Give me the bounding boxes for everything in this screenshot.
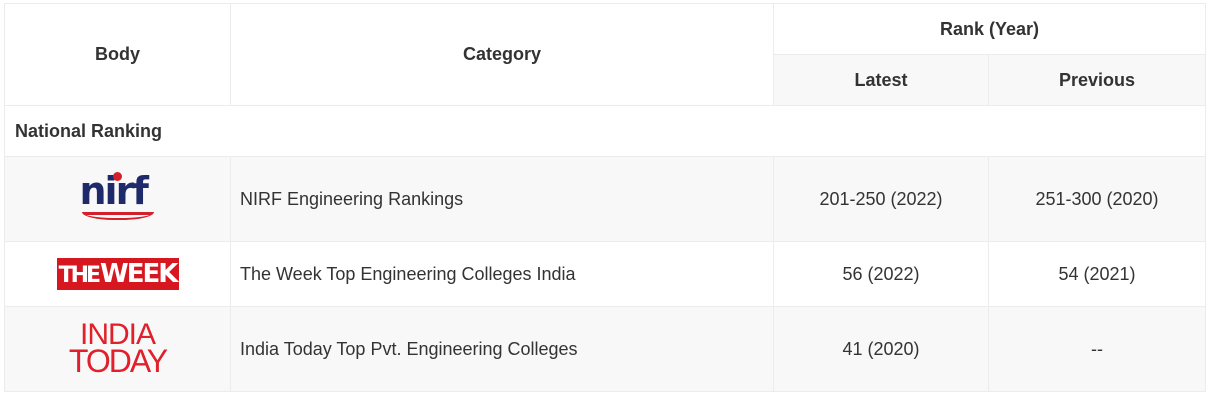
body-cell: INDIA TODAY [4,306,231,392]
previous-rank-cell: -- [987,306,1207,392]
body-cell: THEWEEK [4,241,231,307]
previous-rank-cell: 251-300 (2020) [987,156,1207,242]
section-title-national-ranking: National Ranking [3,105,1207,157]
ranking-table-container: Body Category Rank (Year) Latest Previou… [3,3,1207,392]
the-week-logo: THEWEEK [56,258,179,290]
india-today-logo-today: TODAY [68,342,168,379]
india-today-logo: INDIA TODAY [53,319,183,379]
nirf-logo: nirf [78,169,158,225]
nirf-logo-dot [112,171,122,181]
latest-rank-cell: 201-250 (2022) [773,156,989,242]
header-category: Category [230,3,774,106]
nirf-logo-book [81,211,154,220]
category-cell: India Today Top Pvt. Engineering College… [230,306,774,392]
header-rank-year: Rank (Year) [772,3,1207,55]
table-row: INDIA TODAY India Today Top Pvt. Enginee… [4,306,1207,392]
category-cell: NIRF Engineering Rankings [230,156,774,242]
the-week-logo-week: WEEK [100,259,178,289]
header-latest: Latest [773,54,989,106]
table-row: THEWEEK The Week Top Engineering College… [4,241,1207,307]
table-row: nirf NIRF Engineering Rankings 201-250 (… [4,156,1207,242]
header-previous: Previous [987,54,1207,106]
category-cell: The Week Top Engineering Colleges India [230,241,774,307]
latest-rank-cell: 41 (2020) [773,306,989,392]
header-body: Body [4,3,231,106]
body-cell: nirf [4,156,231,242]
latest-rank-cell: 56 (2022) [773,241,989,307]
the-week-logo-the: THE [58,263,101,288]
ranking-table: Body Category Rank (Year) Latest Previou… [3,3,1207,392]
previous-rank-cell: 54 (2021) [987,241,1207,307]
